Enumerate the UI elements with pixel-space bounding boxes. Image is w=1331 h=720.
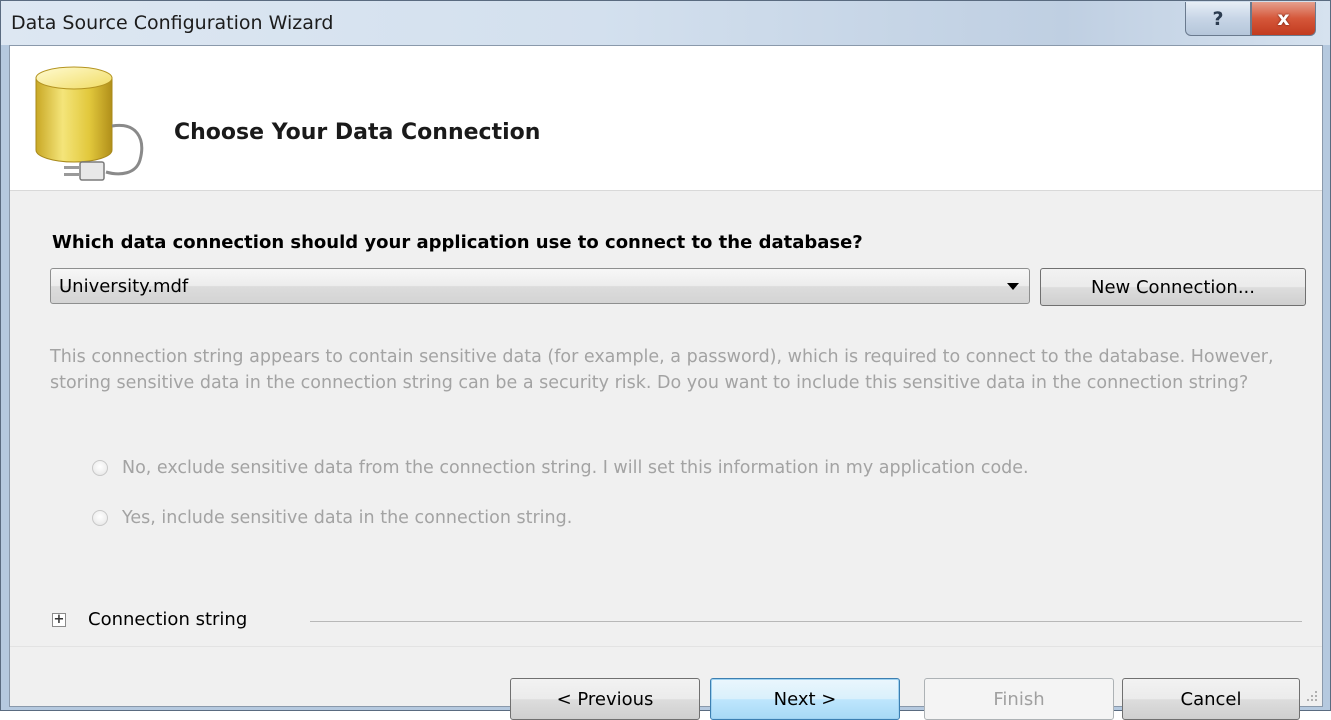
footer-divider: [10, 646, 1322, 647]
connection-question-label: Which data connection should your applic…: [52, 232, 863, 253]
database-plug-icon: [35, 66, 144, 181]
sensitive-data-notice: This connection string appears to contai…: [50, 347, 1274, 393]
window-title: Data Source Configuration Wizard: [11, 12, 334, 34]
connection-string-divider: [310, 621, 1302, 622]
page-title: Choose Your Data Connection: [174, 120, 541, 145]
data-connection-selected: University.mdf: [59, 276, 189, 297]
wizard-client-area: Choose Your Data Connection Which data c…: [9, 45, 1323, 720]
wizard-window: Data Source Configuration Wizard ? x Cho…: [0, 0, 1331, 720]
help-button[interactable]: ?: [1185, 2, 1251, 36]
wizard-header: Choose Your Data Connection: [10, 46, 1322, 191]
previous-button[interactable]: < Previous: [510, 678, 700, 720]
chevron-down-icon: [1007, 283, 1019, 290]
title-bar[interactable]: Data Source Configuration Wizard ? x: [1, 1, 1330, 45]
exclude-sensitive-option[interactable]: No, exclude sensitive data from the conn…: [92, 458, 1029, 478]
help-icon: ?: [1212, 7, 1224, 30]
resize-grip-icon[interactable]: [1306, 690, 1318, 702]
new-connection-button[interactable]: New Connection...: [1040, 268, 1306, 306]
close-icon: x: [1277, 7, 1290, 30]
next-button[interactable]: Next >: [710, 678, 900, 720]
include-sensitive-label: Yes, include sensitive data in the conne…: [122, 508, 573, 528]
data-connection-dropdown[interactable]: University.mdf: [50, 268, 1030, 304]
exclude-sensitive-radio[interactable]: [92, 460, 108, 476]
include-sensitive-option[interactable]: Yes, include sensitive data in the conne…: [92, 508, 572, 528]
finish-button: Finish: [924, 678, 1114, 720]
close-button[interactable]: x: [1251, 2, 1316, 36]
connection-string-label[interactable]: Connection string: [88, 609, 247, 630]
exclude-sensitive-label: No, exclude sensitive data from the conn…: [122, 458, 1029, 478]
connection-string-expander[interactable]: +: [52, 613, 66, 627]
include-sensitive-radio[interactable]: [92, 510, 108, 526]
cancel-button[interactable]: Cancel: [1122, 678, 1300, 720]
